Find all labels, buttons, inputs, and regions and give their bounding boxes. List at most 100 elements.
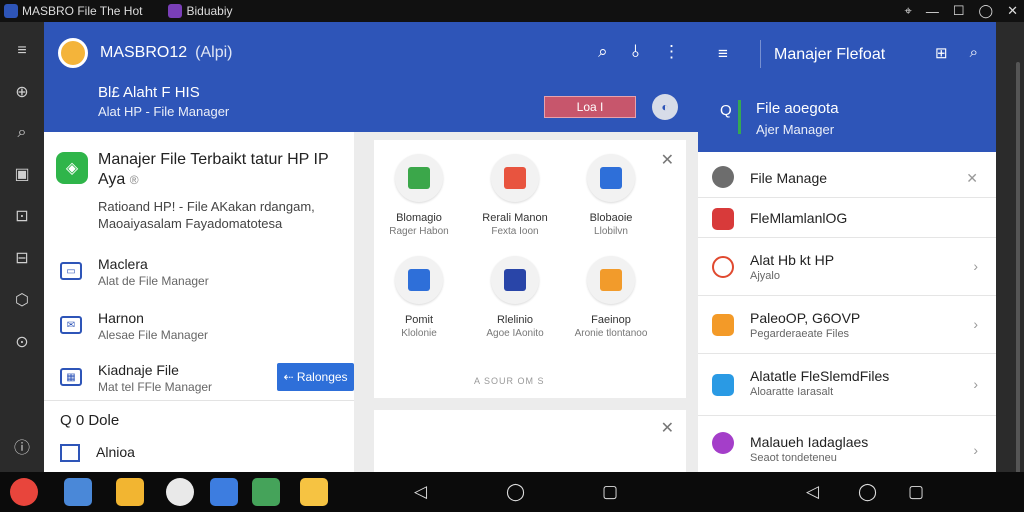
- list-item-title: Alnioa: [96, 444, 135, 460]
- secondary-card: ✕: [374, 410, 686, 472]
- divider: [44, 400, 354, 401]
- list-item[interactable]: ✉ Harnon Alesae File Manager: [60, 310, 350, 350]
- close-icon[interactable]: ✕: [1007, 3, 1018, 19]
- close-icon[interactable]: ✕: [966, 170, 978, 187]
- more-icon[interactable]: ⋮: [663, 42, 680, 62]
- window-controls: ⌖ — ☐ ◯ ✕: [905, 0, 1018, 22]
- grid-item-icon: [395, 154, 443, 202]
- home-icon[interactable]: ◯: [858, 482, 877, 502]
- download-icon[interactable]: ⊕: [15, 82, 28, 102]
- camera-icon[interactable]: [166, 478, 194, 506]
- chevron-right-icon[interactable]: ›: [973, 316, 978, 332]
- grid-item[interactable]: Rerali Manon Fexta Ioon: [470, 154, 560, 237]
- card-title: Manajer File Terbaikt tatur HP IP Aya ®: [98, 150, 348, 190]
- title-bar: MASBRO File The Hot Biduabiy ⌖ — ☐ ◯ ✕: [0, 0, 1024, 22]
- chevron-right-icon[interactable]: ›: [973, 376, 978, 392]
- home-icon[interactable]: ◯: [506, 482, 525, 502]
- grid-item-subtitle: Agoe IAonito: [486, 328, 544, 339]
- panel-title: Manajer Flefoat: [774, 46, 886, 63]
- list-item[interactable]: ▭ Maclera Alat de File Manager: [60, 256, 350, 296]
- list-item[interactable]: Alnioa: [60, 444, 135, 463]
- list-item-title: Malaueh Iadaglaes: [750, 434, 869, 450]
- list-item-title: FleMlamlanlOG: [750, 210, 848, 226]
- right-panel-list: File Manage ✕ FleMlamlanlOG Alat Hb kt H…: [698, 152, 996, 472]
- panel-actions: ⊞ ⌕: [935, 44, 978, 62]
- recents-icon[interactable]: ▢: [908, 482, 924, 502]
- tab-1-title[interactable]: MASBRO File The Hot: [22, 4, 142, 18]
- grid-item[interactable]: Rlelinio Agoe IAonito: [470, 256, 560, 339]
- settings-icon[interactable]: ⊙: [15, 332, 28, 352]
- chrome-icon[interactable]: [10, 478, 38, 506]
- recents-icon[interactable]: ▢: [602, 482, 618, 502]
- chevron-right-icon[interactable]: ›: [973, 258, 978, 274]
- image-icon[interactable]: ⊡: [15, 206, 28, 226]
- list-item-title: PaleoOP, G6OVP: [750, 310, 861, 326]
- drive-icon[interactable]: [300, 478, 328, 506]
- grid-item-subtitle: Fexta Ioon: [491, 226, 539, 237]
- selection-indicator: [738, 100, 741, 134]
- grid-item-title: Rlelinio: [496, 314, 534, 326]
- list-item-subtitle: Alat de File Manager: [98, 274, 209, 288]
- app-icon: [712, 432, 734, 454]
- header-subheading: Alat HP - File Manager: [98, 104, 230, 119]
- filter-icon[interactable]: ⫰: [632, 42, 639, 62]
- list-item-title: Alat Hb kt HP: [750, 252, 835, 268]
- search-icon[interactable]: ⌕: [18, 124, 27, 142]
- folder-icon[interactable]: [116, 478, 144, 506]
- list-item-subtitle: Seaot tondeteneu: [750, 452, 837, 464]
- grid-view-icon[interactable]: ⊞: [935, 44, 948, 62]
- list-item[interactable]: Alatatle FleSlemdFiles Aloaratte Iarasal…: [698, 354, 996, 416]
- app-name-sub: (Alpi): [195, 44, 233, 61]
- menu-icon[interactable]: ≡: [17, 42, 26, 60]
- app-icon: [712, 314, 734, 336]
- list-item[interactable]: Malaueh Iadaglaes Seaot tondeteneu ›: [698, 416, 996, 472]
- list-item[interactable]: PaleoOP, G6OVP Pegarderaeate Files ›: [698, 296, 996, 354]
- search-icon[interactable]: Q: [720, 102, 732, 119]
- action-button[interactable]: ⇠ Ralonges: [277, 363, 354, 391]
- files-icon[interactable]: [64, 478, 92, 506]
- list-item[interactable]: FleMlamlanlOG: [698, 198, 996, 238]
- scrollbar[interactable]: [996, 22, 1024, 482]
- back-icon[interactable]: ◁: [806, 482, 819, 502]
- maximize-icon[interactable]: ☐: [953, 3, 965, 19]
- puzzle-icon[interactable]: ⬡: [15, 290, 29, 310]
- chevron-right-icon[interactable]: ›: [973, 442, 978, 458]
- document-icon[interactable]: ⊟: [15, 248, 28, 268]
- close-icon[interactable]: ✕: [661, 150, 674, 170]
- search-row[interactable]: Q 0 Dole: [60, 412, 119, 429]
- back-icon[interactable]: ◁: [414, 482, 427, 502]
- grid-item-title: Blomagio: [396, 212, 442, 224]
- grid-item[interactable]: Pomit Klolonie: [374, 256, 464, 339]
- info-icon[interactable]: ⓘ: [14, 434, 30, 458]
- gallery-icon[interactable]: [252, 478, 280, 506]
- grid-item[interactable]: Faeinop Aronie tlontanoo: [566, 256, 656, 339]
- pin-icon[interactable]: ⌖: [905, 3, 912, 19]
- close-icon[interactable]: ✕: [661, 418, 674, 438]
- search-icon[interactable]: ⌕: [598, 42, 608, 62]
- list-item[interactable]: File Manage ✕: [698, 152, 996, 198]
- taskbar: ◁ ◯ ▢ ◁ ◯ ▢: [0, 472, 1024, 512]
- menu-icon[interactable]: ≡: [718, 44, 728, 64]
- list-item[interactable]: Alat Hb kt HP Ajyalo ›: [698, 238, 996, 296]
- header-heading: Bl£ Alaht F HIS: [98, 84, 200, 101]
- circle-icon[interactable]: ◯: [979, 3, 994, 19]
- grid-item-subtitle: Aronie tlontanoo: [574, 328, 648, 339]
- theme-toggle-icon[interactable]: ◐: [652, 94, 678, 120]
- app-icon: ◈: [56, 152, 88, 184]
- list-item-subtitle: Mat tel FFle Manager: [98, 380, 213, 394]
- browser-icon[interactable]: [210, 478, 238, 506]
- grid-footer: A SOUR OM S: [474, 376, 545, 386]
- app-grid-card: ✕ Blomagio Rager Habon Rerali Manon Fext…: [374, 140, 686, 398]
- grid-item[interactable]: Blomagio Rager Habon: [374, 154, 464, 237]
- app-icon: [712, 256, 734, 278]
- tab-2-title[interactable]: Biduabiy: [186, 4, 232, 18]
- grid-item[interactable]: Blobaoie Llobilvn: [566, 154, 656, 237]
- grid-item-subtitle: Klolonie: [401, 328, 437, 339]
- minimize-icon[interactable]: —: [926, 4, 939, 19]
- list-item-subtitle: Pegarderaeate Files: [750, 328, 850, 340]
- divider: [760, 40, 761, 68]
- search-icon[interactable]: ⌕: [970, 44, 978, 62]
- scrollbar-thumb[interactable]: [1016, 62, 1020, 482]
- media-icon[interactable]: ▣: [14, 164, 29, 184]
- header-badge-button[interactable]: Loa I: [544, 96, 636, 118]
